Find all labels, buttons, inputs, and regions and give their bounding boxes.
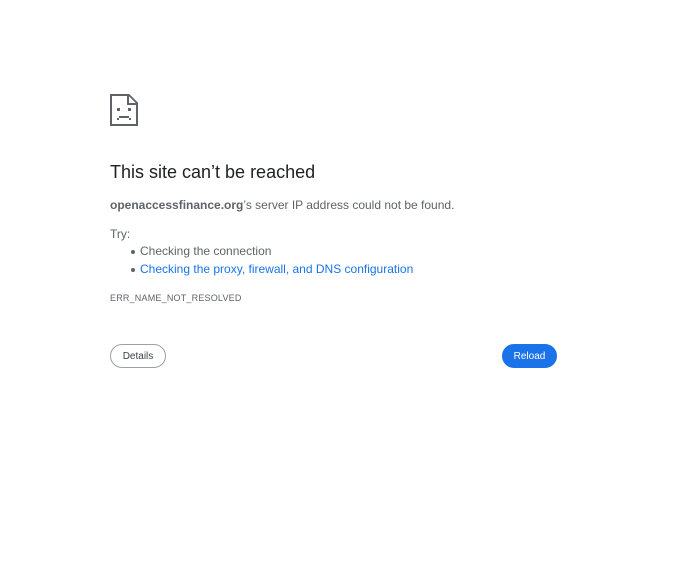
error-code: ERR_NAME_NOT_RESOLVED (110, 293, 242, 303)
suggestion-check-proxy: Checking the proxy, firewall, and DNS co… (130, 262, 413, 280)
host-name: openaccessfinance.org (110, 198, 244, 212)
summary-message: ’s server IP address could not be found. (243, 198, 455, 212)
suggestion-check-connection: Checking the connection (130, 244, 413, 262)
reload-button[interactable]: Reload (502, 344, 557, 368)
error-page: This site can’t be reached openaccessfin… (110, 94, 558, 368)
check-proxy-link[interactable]: Checking the proxy, firewall, and DNS co… (140, 262, 413, 276)
page-title: This site can’t be reached (110, 162, 316, 182)
try-label: Try: (110, 227, 131, 241)
error-summary: openaccessfinance.org’s server IP addres… (110, 198, 454, 212)
sad-page-icon (110, 94, 558, 126)
details-button[interactable]: Details (110, 344, 166, 368)
suggestions-list: Checking the connection Checking the pro… (110, 244, 413, 280)
